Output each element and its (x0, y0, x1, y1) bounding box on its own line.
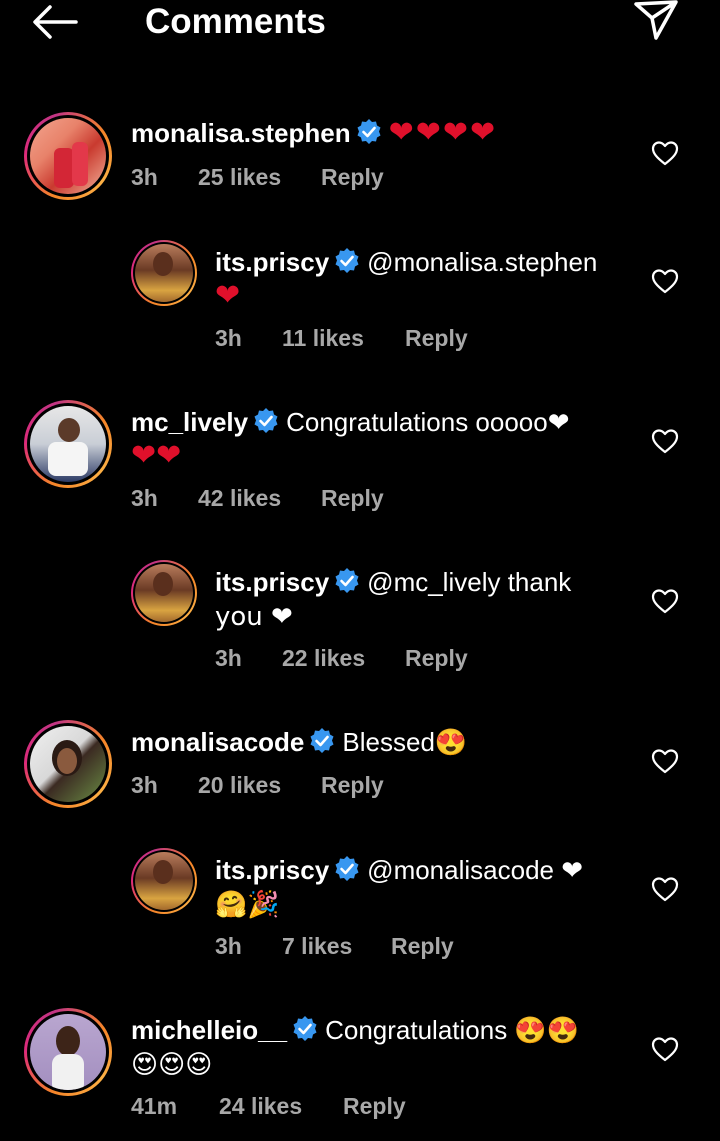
comment-time: 3h (215, 645, 242, 671)
avatar[interactable] (131, 848, 197, 914)
comment-likes[interactable]: 20 likes (198, 770, 281, 800)
avatar[interactable] (131, 240, 197, 306)
comment-text: Congratulations 😍😍 (325, 1015, 580, 1045)
comment-time: 3h (215, 933, 242, 959)
heart-icon[interactable] (651, 140, 679, 166)
comment-likes[interactable]: 22 likes (282, 643, 365, 673)
username[interactable]: monalisa.stephen (131, 118, 351, 148)
comment-text: Congratulations ooooo❤ (286, 407, 570, 437)
comment-reply-item: its.priscy @monalisa.stephen ❤ 3h 11 like… (0, 240, 720, 360)
username[interactable]: its.priscy (215, 567, 329, 597)
comment-text-line2: you ❤ (215, 602, 293, 632)
verified-badge-icon (293, 1016, 317, 1041)
comment-item: michelleio__ Congratulations 😍😍 😍😍😍 41m 2… (0, 1008, 720, 1133)
comment-likes[interactable]: 11 likes (282, 323, 364, 353)
heart-icon[interactable] (651, 428, 679, 454)
username[interactable]: mc_lively (131, 407, 248, 437)
arrow-left-icon[interactable] (30, 2, 80, 42)
comment-item: monalisacode Blessed😍 3h 20 likes Reply (0, 720, 720, 810)
comment-text-line2: 🤗🎉 (215, 890, 280, 920)
verified-badge-icon (254, 408, 278, 433)
verified-badge-icon (335, 248, 359, 273)
comment-text-line2: 😍😍😍 (131, 1050, 213, 1080)
comment-likes[interactable]: 7 likes (282, 931, 352, 961)
avatar[interactable] (24, 720, 112, 808)
comment-likes[interactable]: 25 likes (198, 162, 281, 192)
heart-icon[interactable] (651, 588, 679, 614)
comment-text: @mc_lively thank (367, 567, 572, 597)
heart-icon[interactable] (651, 268, 679, 294)
avatar[interactable] (131, 560, 197, 626)
reply-button[interactable]: Reply (321, 483, 384, 513)
comment-reply-item: its.priscy @monalisacode ❤ 🤗🎉 3h 7 likes … (0, 848, 720, 968)
comment-text: @monalisa.stephen (367, 247, 598, 277)
avatar[interactable] (24, 400, 112, 488)
verified-badge-icon (335, 856, 359, 881)
username[interactable]: monalisacode (131, 727, 304, 757)
heart-icon[interactable] (651, 748, 679, 774)
comment-time: 3h (131, 485, 158, 511)
comment-text-line2: ❤❤ (131, 438, 182, 473)
comment-reply-item: its.priscy @mc_lively thank you ❤ 3h 22 l… (0, 560, 720, 680)
heart-icon[interactable] (651, 876, 679, 902)
comment-item: monalisa.stephen ❤❤❤❤ 3h 25 likes Reply (0, 112, 720, 202)
comment-likes[interactable]: 42 likes (198, 483, 281, 513)
username[interactable]: its.priscy (215, 855, 329, 885)
reply-button[interactable]: Reply (391, 931, 454, 961)
comment-text: ❤❤❤❤ (388, 115, 498, 150)
avatar[interactable] (24, 1008, 112, 1096)
reply-button[interactable]: Reply (405, 323, 468, 353)
comment-time: 3h (131, 164, 158, 190)
avatar[interactable] (24, 112, 112, 200)
reply-button[interactable]: Reply (405, 643, 468, 673)
verified-badge-icon (357, 119, 381, 144)
reply-button[interactable]: Reply (321, 770, 384, 800)
comment-likes[interactable]: 24 likes (219, 1091, 302, 1121)
reply-button[interactable]: Reply (343, 1091, 406, 1121)
username[interactable]: michelleio__ (131, 1015, 287, 1045)
comment-item: mc_lively Congratulations ooooo❤ ❤❤ 3h 42… (0, 400, 720, 520)
comment-time: 3h (131, 772, 158, 798)
header-bar: Comments (0, 0, 720, 46)
page-title: Comments (145, 2, 326, 41)
verified-badge-icon (310, 728, 334, 753)
comment-text-line2: ❤ (215, 278, 241, 313)
comment-text: Blessed😍 (342, 727, 468, 757)
reply-button[interactable]: Reply (321, 162, 384, 192)
username[interactable]: its.priscy (215, 247, 329, 277)
comment-time: 3h (215, 325, 242, 351)
comment-text: @monalisacode ❤ (367, 855, 584, 885)
comment-time: 41m (131, 1093, 178, 1119)
paper-plane-icon[interactable] (630, 0, 682, 44)
verified-badge-icon (335, 568, 359, 593)
heart-icon[interactable] (651, 1036, 679, 1062)
